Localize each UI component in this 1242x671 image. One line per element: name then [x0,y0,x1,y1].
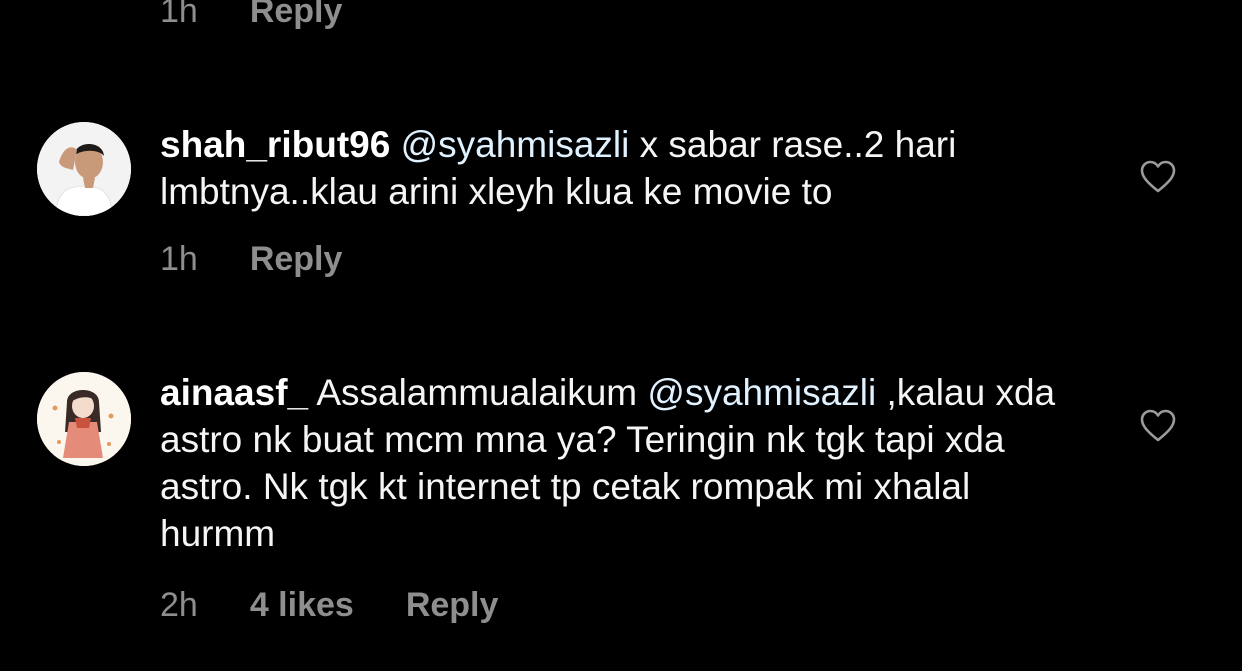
comment-timestamp: 2h [160,586,198,624]
comment-meta: 1h Reply [160,240,342,279]
comment-text-lead: Assalammualaikum [308,372,648,413]
reply-button[interactable]: Reply [250,0,343,31]
comment-body: shah_ribut96 @syahmisazli x sabar rase..… [160,121,1060,215]
like-heart-icon[interactable] [1140,409,1176,443]
comment-meta: 2h 4 likes Reply [160,586,498,625]
comment-mention[interactable]: @syahmisazli [401,124,630,165]
like-heart-icon[interactable] [1140,160,1176,194]
comment-timestamp: 1h [160,0,198,30]
reply-button[interactable]: Reply [250,240,343,279]
user-photo-icon [37,122,131,216]
comment-username[interactable]: ainaasf_ [160,372,308,413]
comment-mention[interactable]: @syahmisazli [647,372,876,413]
like-count-button[interactable]: 4 likes [250,586,354,625]
comment-username[interactable]: shah_ribut96 [160,124,390,165]
comment-timestamp: 1h [160,240,198,278]
previous-comment-meta: 1h Reply [160,0,342,31]
comment-body: ainaasf_ Assalammualaikum @syahmisazli ,… [160,369,1060,557]
avatar[interactable] [37,372,131,466]
reply-button[interactable]: Reply [406,586,499,625]
avatar[interactable] [37,122,131,216]
anime-character-icon [37,372,131,466]
